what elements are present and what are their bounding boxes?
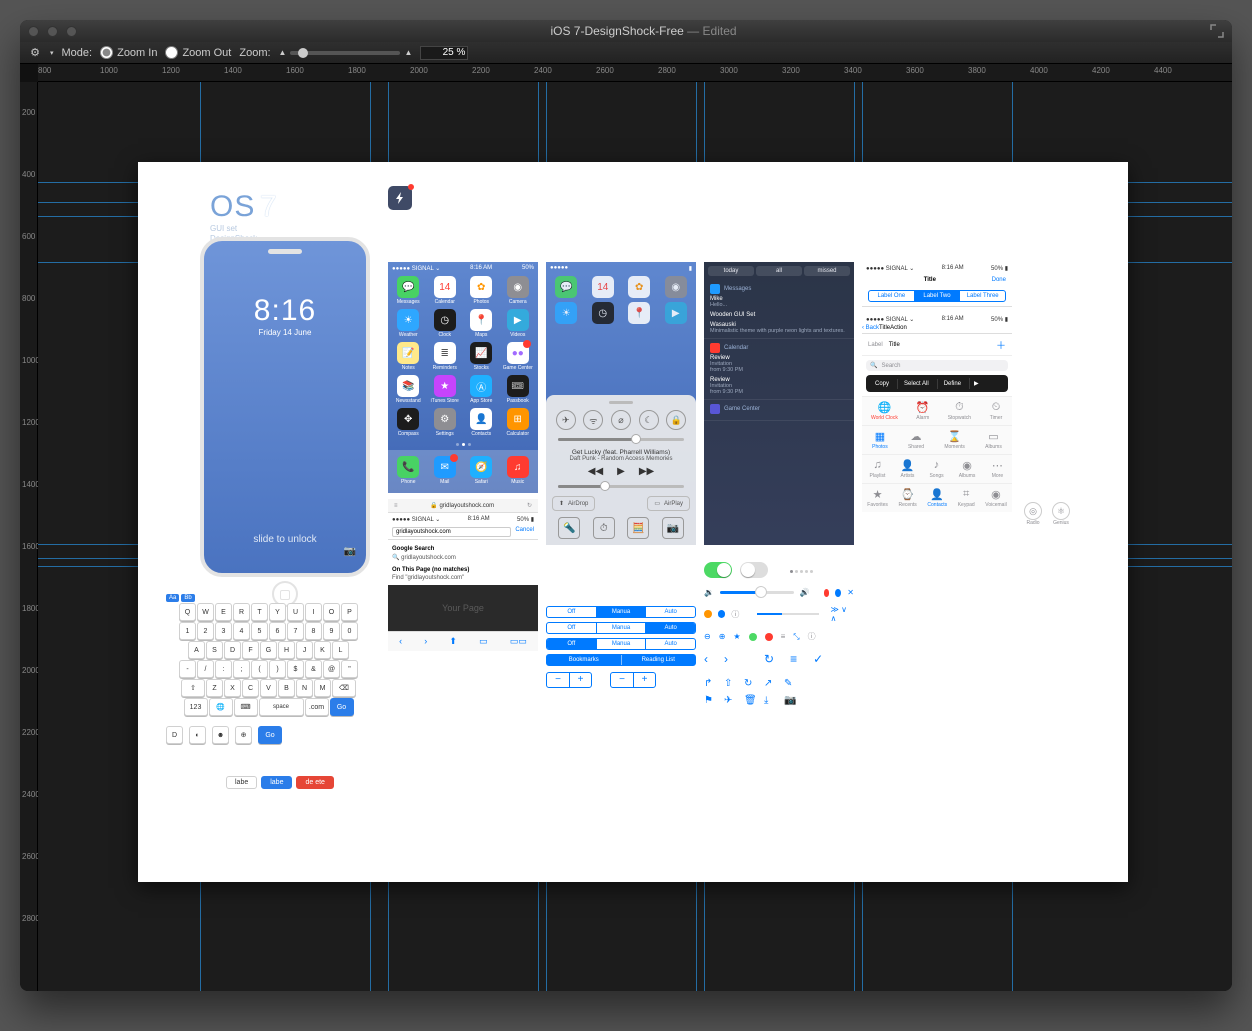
app-window: iOS 7-DesignShock-Free — Edited ⚙▾ Mode:… (20, 20, 1232, 991)
segmented-controls-mock: OffManuaAuto OffManuaAuto OffManuaAuto B… (546, 602, 696, 688)
vertical-ruler[interactable]: 2004006008001000120014001600180020002200… (20, 82, 38, 991)
canvas[interactable]: OS 7 GUI setDesignShock 8:16 Friday 14 J… (38, 82, 1232, 991)
extra-tab-icons: ◎Radio ⚛Genius (1024, 502, 1070, 526)
camera-icon: 📷 (344, 546, 356, 557)
ui-elements-mock: 🔉🔊 ✕ ⓘ ≫ ∨ ∧ ⊖⊕★ ≡⤡ⓘ (704, 562, 854, 706)
zoom-in-radio[interactable]: Zoom In (100, 46, 157, 59)
lock-date: Friday 14 June (204, 328, 366, 337)
title-graphic: OS 7 GUI setDesignShock (210, 190, 278, 243)
options-toolbar: ⚙▾ Mode: Zoom In Zoom Out Zoom: ▲ ▲ 25 % (20, 42, 1232, 64)
horizontal-ruler[interactable]: 8001000120014001600180020002200240026002… (38, 64, 1232, 82)
fullscreen-icon[interactable] (1210, 24, 1224, 38)
switch-on (704, 562, 732, 578)
navbar-tabbar-mocks: ●●●●● SIGNAL ⌄8:16 AM50% ▮ TitleDone Lab… (862, 262, 1012, 512)
window-controls[interactable] (28, 26, 77, 37)
control-center-mock: ●●●●●▮ 💬14✿◉☀◷📍▶ ✈︎ᯤ⌀☾🔒 Get Lucky (feat.… (546, 262, 696, 545)
document-artboard[interactable]: OS 7 GUI setDesignShock 8:16 Friday 14 J… (138, 162, 1128, 882)
zoom-label: Zoom: (239, 47, 270, 59)
bolt-app-icon (388, 186, 412, 210)
title-edited: — Edited (684, 24, 737, 38)
titlebar[interactable]: iOS 7-DesignShock-Free — Edited (20, 20, 1232, 42)
lock-time: 8:16 (204, 294, 366, 328)
title-main: iOS 7-DesignShock-Free (550, 24, 683, 38)
zoom-value-field[interactable]: 25 % (420, 46, 468, 60)
safari-mock: ≡🔒 gridlayoutshock.com↻ ●●●●● SIGNAL ⌄8:… (388, 499, 538, 651)
gear-icon[interactable]: ⚙ (28, 46, 42, 60)
zoom-out-radio[interactable]: Zoom Out (165, 46, 231, 59)
close-window-button[interactable] (28, 26, 39, 37)
keyboard-mocks: AaBb QWERTYUIOP 1234567890 ASDFGHJKL -/:… (166, 594, 371, 745)
notification-center-mock: todayallmissed Messages MikeHello... Woo… (704, 262, 854, 545)
switch-off (740, 562, 768, 578)
window-title: iOS 7-DesignShock-Free — Edited (77, 24, 1210, 38)
minimize-window-button[interactable] (47, 26, 58, 37)
zoom-slider[interactable] (290, 51, 400, 55)
mode-label: Mode: (62, 47, 93, 59)
lockscreen-mock: 8:16 Friday 14 June slide to unlock 📷 (200, 237, 370, 577)
homescreen-mock: ●●●●● SIGNAL ⌄8:16 AM50% 💬Messages14Cale… (388, 262, 538, 651)
slide-to-unlock: slide to unlock (204, 534, 366, 545)
zoom-window-button[interactable] (66, 26, 77, 37)
